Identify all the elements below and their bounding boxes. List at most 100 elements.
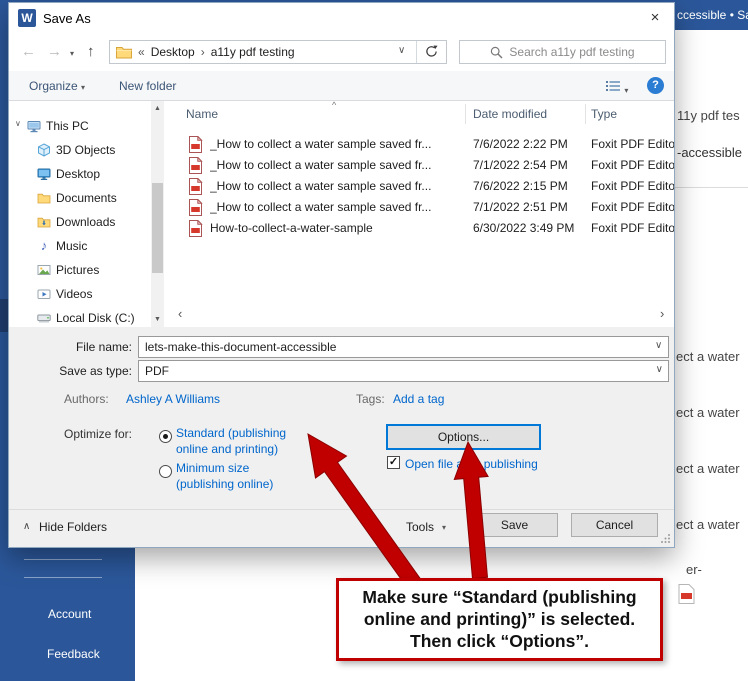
tree-item-pictures[interactable]: Pictures — [9, 258, 149, 282]
file-row[interactable]: How-to-collect-a-water-sample 6/30/2022 … — [174, 218, 674, 239]
up-icon[interactable]: ↑ — [87, 43, 95, 61]
screen: ccessible • Sa 11y pdf tes -accessible e… — [0, 0, 748, 681]
backstage-sidebar: Account Feedback — [0, 548, 135, 681]
column-header-type[interactable]: Type — [591, 107, 617, 121]
column-header-date-modified[interactable]: Date modified — [473, 107, 547, 121]
pdf-file-icon — [189, 178, 203, 195]
tree-item-videos[interactable]: Videos — [9, 282, 149, 306]
add-a-tag-link[interactable]: Add a tag — [393, 392, 444, 406]
pdf-file-icon — [189, 157, 203, 174]
open-after-publishing-label[interactable]: Open file after publishing — [405, 457, 538, 471]
folder-icon — [116, 46, 132, 58]
breadcrumb-current-folder[interactable]: a11y pdf testing — [211, 45, 295, 59]
options-button[interactable]: Options... — [386, 424, 541, 450]
address-divider — [416, 41, 417, 63]
search-icon — [491, 46, 503, 58]
bg-file-fragment: ect a water — [676, 517, 740, 532]
hide-folders-button[interactable]: Hide Folders — [39, 520, 107, 534]
sort-ascending-icon: ^ — [332, 101, 337, 110]
callout-line: online and printing)” is selected. — [363, 609, 636, 629]
scroll-right-icon[interactable]: › — [660, 306, 664, 321]
search-input[interactable]: Search a11y pdf testing — [459, 40, 666, 64]
address-dropdown-icon[interactable]: ∨ — [398, 45, 405, 56]
tools-button[interactable]: Tools — [406, 520, 434, 534]
radio-minimum-size[interactable] — [159, 465, 172, 478]
tree-item-downloads[interactable]: Downloads — [9, 210, 149, 234]
help-icon[interactable]: ? — [647, 77, 664, 94]
tree-scrollbar[interactable]: ▲ ▼ — [151, 101, 164, 327]
tree-item-this-pc[interactable]: This PC — [9, 114, 149, 138]
navigation-bar: ← → ▾ ↑ « Desktop › a11y pdf testing ∨ S… — [9, 33, 674, 71]
column-divider[interactable] — [585, 104, 586, 124]
hide-folders-chevron-icon[interactable]: ∧ — [23, 521, 30, 532]
sidebar-item-account[interactable]: Account — [48, 607, 91, 621]
resize-grip[interactable] — [660, 533, 671, 544]
radio-minimum-label-line2[interactable]: (publishing online) — [176, 477, 273, 491]
radio-selected-dot — [163, 434, 168, 439]
recent-locations-dropdown-icon[interactable]: ▾ — [70, 49, 74, 58]
radio-standard[interactable] — [159, 430, 172, 443]
radio-minimum-label-line1[interactable]: Minimum size — [176, 461, 249, 475]
word-title-fragment: ccessible • Sa — [677, 8, 748, 22]
new-folder-button[interactable]: New folder — [119, 79, 176, 93]
scrollbar-thumb[interactable] — [152, 183, 163, 273]
instruction-callout: Make sure “Standard (publishing online a… — [336, 578, 663, 661]
pictures-icon — [37, 265, 51, 275]
organize-dropdown-icon: ▾ — [81, 83, 86, 92]
radio-standard-label-line1[interactable]: Standard (publishing — [176, 426, 286, 440]
save-as-type-select[interactable]: PDF ∨ — [138, 360, 669, 382]
bg-file-fragment: ect a water — [676, 405, 740, 420]
file-name-label: File name: — [75, 340, 132, 354]
organize-button[interactable]: Organize ▾ — [29, 79, 85, 93]
file-row[interactable]: _How to collect a water sample saved fr.… — [174, 176, 674, 197]
scroll-down-icon[interactable]: ▼ — [151, 316, 164, 323]
bg-file-fragment: ect a water — [676, 349, 740, 364]
tree-item-local-disk-c[interactable]: Local Disk (C:) — [9, 306, 149, 327]
radio-standard-label-line2[interactable]: online and printing) — [176, 442, 278, 456]
authors-value[interactable]: Ashley A Williams — [126, 392, 220, 406]
open-after-publishing-checkbox[interactable]: ✓ — [387, 456, 400, 469]
cancel-button[interactable]: Cancel — [571, 513, 658, 537]
close-icon[interactable]: × — [642, 6, 668, 30]
bg-folder-name-fragment: 11y pdf tes — [677, 108, 740, 123]
breadcrumb-desktop[interactable]: Desktop — [151, 45, 195, 59]
sidebar-item-feedback[interactable]: Feedback — [47, 647, 100, 661]
browser-content: ∨ This PC 3D Objects Desktop Documents D… — [9, 101, 674, 327]
bg-file-fragment: ect a water — [676, 461, 740, 476]
sidebar-separator — [24, 559, 102, 560]
tree-item-desktop[interactable]: Desktop — [9, 162, 149, 186]
save-as-dialog: W Save As × ← → ▾ ↑ « Desktop › a11y pdf… — [8, 2, 675, 548]
videos-icon — [37, 289, 51, 299]
cube-icon — [38, 143, 50, 157]
search-placeholder: Search a11y pdf testing — [509, 45, 635, 59]
forward-icon[interactable]: → — [47, 43, 62, 61]
save-button[interactable]: Save — [471, 513, 558, 537]
file-name-dropdown-icon[interactable]: ∨ — [655, 340, 662, 351]
footer-divider — [9, 509, 674, 510]
refresh-icon[interactable] — [425, 45, 438, 58]
tree-item-documents[interactable]: Documents — [9, 186, 149, 210]
back-icon[interactable]: ← — [21, 43, 36, 61]
tree-item-3d-objects[interactable]: 3D Objects — [9, 138, 149, 162]
address-bar[interactable]: « Desktop › a11y pdf testing ∨ — [109, 40, 447, 64]
dialog-titlebar: W Save As × — [9, 3, 674, 33]
dialog-title: Save As — [43, 11, 91, 26]
tree-item-music[interactable]: ♪ Music — [9, 234, 149, 258]
authors-label: Authors: — [64, 392, 109, 406]
bg-doc-name-fragment: -accessible — [677, 145, 743, 160]
column-divider[interactable] — [465, 104, 466, 124]
downloads-icon — [37, 217, 51, 228]
bg-divider-line — [675, 187, 748, 188]
tools-dropdown-icon[interactable]: ▾ — [442, 523, 446, 532]
file-row[interactable]: _How to collect a water sample saved fr.… — [174, 155, 674, 176]
view-options-button[interactable]: ▾ — [605, 79, 628, 96]
music-note-icon: ♪ — [40, 238, 48, 253]
scroll-up-icon[interactable]: ▲ — [151, 105, 164, 112]
file-row[interactable]: _How to collect a water sample saved fr.… — [174, 197, 674, 218]
file-name-input[interactable] — [138, 336, 669, 358]
file-row[interactable]: _How to collect a water sample saved fr.… — [174, 134, 674, 155]
breadcrumb-overflow-icon[interactable]: « — [138, 45, 145, 59]
pdf-file-icon — [189, 136, 203, 153]
scroll-left-icon[interactable]: ‹ — [178, 306, 182, 321]
column-header-name[interactable]: Name — [186, 107, 218, 121]
